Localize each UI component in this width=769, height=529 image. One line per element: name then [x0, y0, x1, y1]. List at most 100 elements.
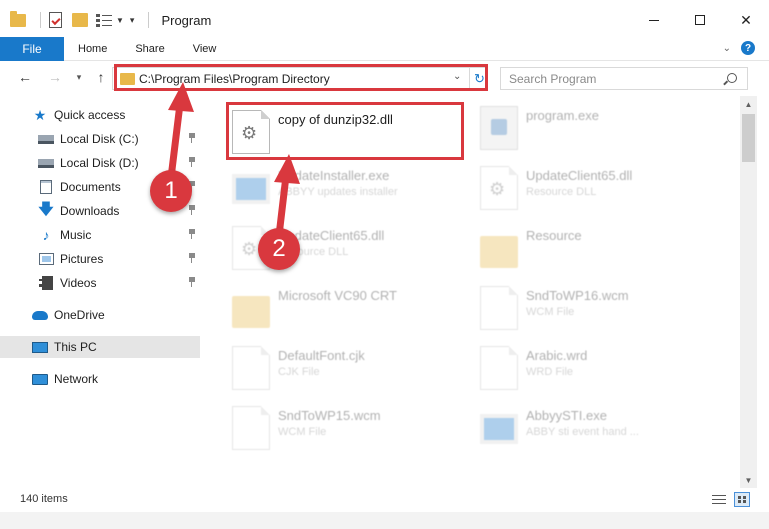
window-title: Program	[161, 12, 212, 28]
file-item-updateclient65-right[interactable]: UpdateClient65.dll Resource DLL	[480, 162, 720, 212]
search-icon[interactable]	[727, 73, 737, 83]
file-name: Resource	[526, 228, 582, 243]
sidebar-item-pictures[interactable]: Pictures	[0, 248, 200, 270]
dll-gear-icon	[480, 166, 518, 210]
close-button[interactable]: ✕	[723, 0, 769, 40]
exe-icon	[480, 106, 518, 150]
selected-file-highlight	[226, 102, 464, 160]
file-type: CJK File	[278, 366, 320, 378]
sidebar-item-label: Downloads	[60, 204, 120, 218]
window-bottom-edge	[0, 512, 769, 529]
help-icon[interactable]: ?	[741, 41, 755, 55]
item-count: 140 items	[20, 493, 68, 505]
file-name: SndToWP16.wcm	[526, 288, 629, 303]
file-item-abbyysti-exe[interactable]: AbbyySTI.exe ABBY sti event hand ...	[480, 402, 720, 452]
folder-icon[interactable]	[10, 10, 26, 27]
file-name: UpdateInstaller.exe	[278, 168, 390, 183]
file-type: ABBYY updates installer	[278, 186, 398, 198]
pin-icon[interactable]	[188, 205, 196, 215]
sidebar-item-label: This PC	[54, 340, 97, 354]
expand-ribbon-chevron-down-icon[interactable]: ⌄	[723, 43, 731, 54]
pin-icon[interactable]	[188, 253, 196, 263]
back-arrow-icon[interactable]: ←	[16, 68, 34, 86]
step-2-badge: 2	[258, 228, 300, 270]
sidebar-item-this-pc[interactable]: This PC	[0, 336, 200, 358]
sidebar-item-quick-access[interactable]: ★ Quick access	[0, 104, 200, 126]
file-name: Arabic.wrd	[526, 348, 588, 363]
sidebar-item-network[interactable]: Network	[0, 368, 200, 390]
file-item-updateinstaller[interactable]: UpdateInstaller.exe ABBYY updates instal…	[232, 162, 472, 212]
file-icon	[480, 346, 518, 390]
file-name: Microsoft VC90 CRT	[278, 288, 397, 303]
customize-toolbar-icon[interactable]: ▾	[130, 15, 135, 26]
large-icons-view-icon[interactable]	[734, 492, 750, 507]
new-folder-icon[interactable]	[72, 13, 88, 27]
sidebar-item-local-disk-c[interactable]: Local Disk (C:)	[0, 128, 200, 150]
search-input[interactable]: Search Program	[500, 67, 748, 90]
vertical-scrollbar[interactable]: ▲ ▼	[740, 96, 757, 488]
pictures-icon	[38, 252, 54, 266]
step-1-badge: 1	[150, 170, 192, 212]
pin-icon[interactable]	[188, 277, 196, 287]
sidebar-item-onedrive[interactable]: OneDrive	[0, 304, 200, 326]
folder-icon	[480, 236, 518, 268]
file-name: UpdateClient65.dll	[526, 168, 633, 183]
file-type: Resource DLL	[526, 186, 597, 198]
file-item-program-exe[interactable]: program.exe	[480, 102, 720, 152]
file-name: program.exe	[526, 108, 599, 123]
maximize-button[interactable]	[677, 0, 723, 40]
sidebar-item-label: Documents	[60, 180, 121, 194]
documents-icon	[38, 180, 54, 194]
file-item-defaultfont[interactable]: DefaultFont.cjk CJK File	[232, 342, 472, 392]
tab-share[interactable]: Share	[121, 37, 178, 61]
close-icon: ✕	[740, 11, 752, 28]
exe-icon	[480, 414, 518, 444]
sidebar-item-music[interactable]: ♪ Music	[0, 224, 200, 246]
videos-icon	[38, 276, 54, 290]
pin-icon[interactable]	[188, 133, 196, 143]
computer-icon	[32, 340, 48, 354]
pin-icon[interactable]	[188, 229, 196, 239]
file-icon	[480, 286, 518, 330]
tab-view[interactable]: View	[179, 37, 231, 61]
file-type: WRD File	[526, 366, 574, 378]
chevron-down-icon[interactable]: ▼	[116, 16, 124, 25]
forward-arrow-icon[interactable]: →	[46, 68, 64, 86]
file-name: DefaultFont.cjk	[278, 348, 365, 363]
file-item-arabic-wrd[interactable]: Arabic.wrd WRD File	[480, 342, 720, 392]
view-options-icon[interactable]	[96, 13, 112, 27]
quick-access-toolbar: ▼ ▾	[0, 0, 157, 40]
sidebar-item-label: Music	[60, 228, 92, 242]
file-type: WCM File	[526, 306, 575, 318]
properties-icon[interactable]	[49, 12, 62, 28]
file-item-resource-folder[interactable]: Resource	[480, 222, 720, 272]
window-controls: ✕	[631, 0, 769, 40]
file-name: AbbyySTI.exe	[526, 408, 607, 423]
minimize-button[interactable]	[631, 0, 677, 40]
file-type: ABBY sti event hand ...	[526, 426, 639, 438]
minimize-icon	[649, 19, 659, 21]
file-type: WCM File	[278, 426, 327, 438]
sidebar-item-label: Local Disk (C:)	[60, 132, 139, 146]
file-item-sndtowp16[interactable]: SndToWP16.wcm WCM File	[480, 282, 720, 332]
tab-home[interactable]: Home	[64, 37, 121, 61]
folder-icon	[232, 296, 270, 328]
recent-locations-chevron-down-icon[interactable]: ▾	[70, 68, 88, 86]
ribbon-right-controls: ⌄ ?	[723, 41, 755, 55]
tab-file[interactable]: File	[0, 36, 64, 61]
up-arrow-icon[interactable]: ↑	[92, 68, 110, 86]
search-placeholder: Search Program	[509, 72, 597, 86]
scroll-down-arrow-icon[interactable]: ▼	[740, 472, 757, 488]
sidebar-item-videos[interactable]: Videos	[0, 272, 200, 294]
scrollbar-thumb[interactable]	[742, 114, 755, 162]
scroll-up-arrow-icon[interactable]: ▲	[740, 96, 757, 112]
file-name: SndToWP15.wcm	[278, 408, 381, 423]
maximize-icon	[695, 15, 705, 25]
file-item-sndtowp15[interactable]: SndToWP15.wcm WCM File	[232, 402, 472, 452]
pin-icon[interactable]	[188, 157, 196, 167]
installer-icon	[232, 174, 270, 204]
details-view-icon[interactable]	[712, 494, 726, 506]
file-item-microsoft-vc90-crt[interactable]: Microsoft VC90 CRT	[232, 282, 472, 332]
navigation-pane: ★ Quick access Local Disk (C:) Local Dis…	[0, 96, 204, 488]
address-bar-highlight	[114, 64, 488, 91]
